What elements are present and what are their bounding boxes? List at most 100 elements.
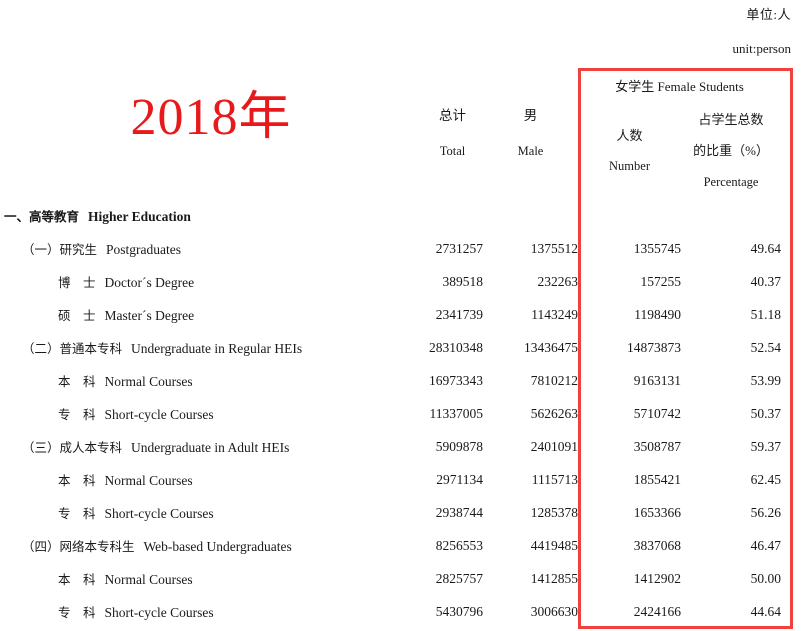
cell-female-number: 5710742 — [633, 405, 681, 421]
row-label: （三）成人本专科 Undergraduate in Adult HEIs — [0, 430, 422, 463]
table-row: 本 科 Normal Courses 2825757 1412855 1412902 50… — [0, 562, 781, 595]
cell-female-number: 14873873 — [627, 339, 681, 355]
row-label: （四）网络本专科生 Web-based Undergraduates — [0, 529, 422, 562]
row-label-en: Short-cycle Courses — [104, 506, 214, 521]
cell-female-number: 9163131 — [633, 372, 681, 388]
row-label: 博 士 Doctor´s Degree — [0, 265, 422, 298]
cell-female-percentage: 50.00 — [750, 570, 782, 586]
cell-total: 2731257 — [435, 240, 483, 256]
header-total: 总计 Total — [422, 68, 483, 199]
row-label-en: Postgraduates — [106, 242, 182, 257]
row-label-en: Doctor´s Degree — [104, 275, 195, 290]
row-label: 专 科 Short-cycle Courses — [0, 397, 422, 430]
cell-male — [483, 199, 578, 232]
cell-total: 28310348 — [429, 339, 483, 355]
table-row: 博 士 Doctor´s Degree 389518 232263 157255 40.3… — [0, 265, 781, 298]
header-female-percentage-cn2: 的比重（%） — [693, 143, 769, 159]
table-row: 专 科 Short-cycle Courses 2938744 1285378 1653… — [0, 496, 781, 529]
cell-female-number: 3837068 — [633, 537, 681, 553]
row-label-cn: 专 科 — [58, 605, 96, 620]
statistics-table-wrapper: 2018年 总计 Total 男 Male 女学生 Female Student… — [0, 68, 781, 628]
cell-female-percentage: 51.18 — [750, 306, 782, 322]
row-label-en: Higher Education — [88, 209, 191, 224]
cell-female-percentage: 44.64 — [750, 603, 782, 619]
header-row-group: 2018年 总计 Total 男 Male 女学生 Female Student… — [0, 68, 781, 158]
table-row: 本 科 Normal Courses 2971134 1115713 1855421 62… — [0, 463, 781, 496]
cell-female-number: 3508787 — [633, 438, 681, 454]
cell-female-percentage: 62.45 — [750, 471, 782, 487]
cell-total: 2825757 — [435, 570, 483, 586]
row-label: 本 科 Normal Courses — [0, 463, 422, 496]
row-label: 硕 士 Master´s Degree — [0, 298, 422, 331]
row-label-cn: （三）成人本专科 — [22, 440, 123, 455]
row-label-en: Normal Courses — [104, 374, 193, 389]
row-label-cn: （四）网络本专科生 — [22, 539, 135, 554]
row-label: 专 科 Short-cycle Courses — [0, 595, 422, 628]
cell-total: 5909878 — [435, 438, 483, 454]
table-body: 一、高等教育 Higher Education （一）研究生 Postgraduate… — [0, 199, 781, 628]
row-label-en: Master´s Degree — [104, 308, 195, 323]
header-male-en: Male — [517, 144, 544, 159]
cell-male: 2401091 — [530, 438, 578, 454]
cell-total: 2341739 — [435, 306, 483, 322]
row-label: 本 科 Normal Courses — [0, 562, 422, 595]
cell-male: 1285378 — [530, 504, 578, 520]
row-label-en: Web-based Undergraduates — [143, 539, 292, 554]
row-label: 本 科 Normal Courses — [0, 364, 422, 397]
header-female-percentage: 占学生总数 的比重（%） Percentage — [681, 103, 781, 199]
table-row: 一、高等教育 Higher Education — [0, 199, 781, 232]
row-label-cn: 本 科 — [58, 473, 96, 488]
cell-female-percentage: 52.54 — [750, 339, 782, 355]
header-male-cn: 男 — [523, 107, 538, 123]
header-female-number: 人数 Number — [578, 103, 681, 199]
cell-female-number: 1855421 — [633, 471, 681, 487]
cell-female-percentage: 49.64 — [750, 240, 782, 256]
cell-total: 5430796 — [435, 603, 483, 619]
cell-male: 1143249 — [531, 306, 578, 322]
cell-male: 1115713 — [531, 471, 578, 487]
table-row: （四）网络本专科生 Web-based Undergraduates 8256553… — [0, 529, 781, 562]
cell-female-percentage: 56.26 — [750, 504, 782, 520]
cell-female-number: 2424166 — [633, 603, 681, 619]
row-label: （一）研究生 Postgraduates — [0, 232, 422, 265]
table-row: （三）成人本专科 Undergraduate in Adult HEIs 59098… — [0, 430, 781, 463]
table-row: （一）研究生 Postgraduates 2731257 1375512 1355745… — [0, 232, 781, 265]
row-label-cn: 专 科 — [58, 506, 96, 521]
cell-male: 1375512 — [530, 240, 578, 256]
row-label-cn: 专 科 — [58, 407, 96, 422]
header-female-percentage-cn1: 占学生总数 — [698, 111, 764, 127]
unit-caption-chinese: 单位:人 — [746, 7, 791, 22]
row-label: 专 科 Short-cycle Courses — [0, 496, 422, 529]
row-label-en: Undergraduate in Regular HEIs — [131, 341, 303, 356]
row-label: （二）普通本专科 Undergraduate in Regular HEIs — [0, 331, 422, 364]
cell-female-number: 157255 — [640, 273, 682, 289]
cell-total: 2938744 — [435, 504, 483, 520]
header-female-students-group: 女学生 Female Students — [615, 79, 744, 94]
row-label: 一、高等教育 Higher Education — [0, 199, 422, 232]
cell-female-number — [578, 199, 681, 232]
table-row: 本 科 Normal Courses 16973343 7810212 9163131 5… — [0, 364, 781, 397]
row-label-cn: 一、高等教育 — [4, 209, 80, 224]
cell-female-percentage — [681, 199, 781, 232]
table-row: 专 科 Short-cycle Courses 5430796 3006630 2424… — [0, 595, 781, 628]
header-female-percentage-en: Percentage — [703, 175, 759, 190]
table-header: 2018年 总计 Total 男 Male 女学生 Female Student… — [0, 68, 781, 199]
unit-caption-block: 单位:人 unit:person — [491, 0, 792, 62]
cell-female-number: 1198490 — [634, 306, 681, 322]
cell-male: 5626263 — [530, 405, 578, 421]
cell-female-percentage: 53.99 — [750, 372, 782, 388]
row-label-en: Undergraduate in Adult HEIs — [131, 440, 290, 455]
header-male: 男 Male — [483, 68, 578, 199]
cell-total — [422, 199, 483, 232]
row-label-cn: （一）研究生 — [22, 242, 98, 257]
cell-male: 232263 — [537, 273, 579, 289]
row-label-en: Normal Courses — [104, 473, 193, 488]
cell-total: 2971134 — [436, 471, 483, 487]
page-title-year: 2018年 — [130, 88, 292, 146]
cell-female-percentage: 59.37 — [750, 438, 782, 454]
cell-male: 13436475 — [524, 339, 578, 355]
cell-total: 8256553 — [435, 537, 483, 553]
unit-caption-english: unit:person — [732, 41, 792, 56]
header-female-number-cn: 人数 — [616, 127, 643, 143]
cell-total: 389518 — [442, 273, 484, 289]
